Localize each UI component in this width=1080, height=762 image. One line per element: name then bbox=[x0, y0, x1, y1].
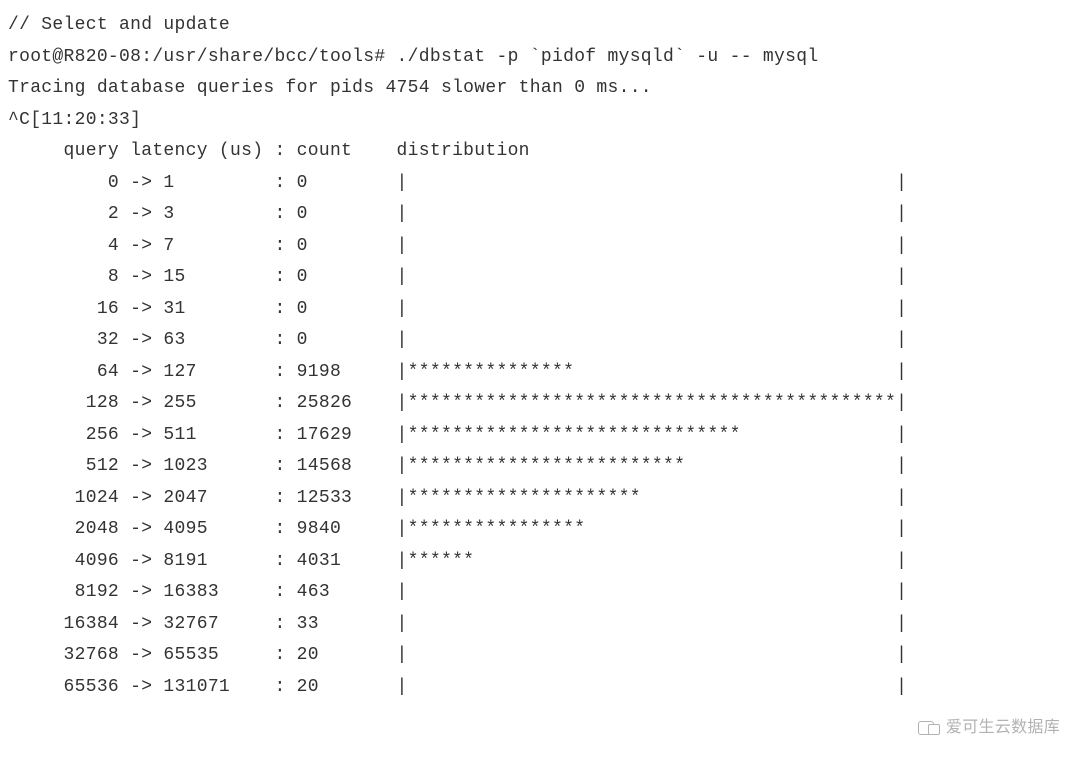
histogram-row: 2048 -> 4095 : 9840 |**************** | bbox=[8, 514, 1072, 546]
histogram-row: 32768 -> 65535 : 20 | | bbox=[8, 640, 1072, 672]
histogram-row: 32 -> 63 : 0 | | bbox=[8, 325, 1072, 357]
histogram-row: 0 -> 1 : 0 | | bbox=[8, 168, 1072, 200]
column-header-line: query latency (us) : count distribution bbox=[8, 136, 1072, 168]
histogram-row: 64 -> 127 : 9198 |*************** | bbox=[8, 357, 1072, 389]
trace-status-line: Tracing database queries for pids 4754 s… bbox=[8, 73, 1072, 105]
shell-prompt-line: root@R820-08:/usr/share/bcc/tools# ./dbs… bbox=[8, 42, 1072, 74]
histogram-row: 2 -> 3 : 0 | | bbox=[8, 199, 1072, 231]
watermark-text: 爱可生云数据库 bbox=[946, 714, 1060, 742]
histogram-row: 4 -> 7 : 0 | | bbox=[8, 231, 1072, 263]
histogram-row: 16384 -> 32767 : 33 | | bbox=[8, 609, 1072, 641]
histogram-row: 1024 -> 2047 : 12533 |******************… bbox=[8, 483, 1072, 515]
histogram-row: 4096 -> 8191 : 4031 |****** | bbox=[8, 546, 1072, 578]
histogram-row: 65536 -> 131071 : 20 | | bbox=[8, 672, 1072, 704]
histogram-row: 128 -> 255 : 25826 |********************… bbox=[8, 388, 1072, 420]
chat-icon bbox=[918, 719, 940, 737]
histogram-row: 16 -> 31 : 0 | | bbox=[8, 294, 1072, 326]
comment-line: // Select and update bbox=[8, 10, 1072, 42]
histogram-row: 256 -> 511 : 17629 |********************… bbox=[8, 420, 1072, 452]
histogram-row: 8192 -> 16383 : 463 | | bbox=[8, 577, 1072, 609]
interrupt-line: ^C[11:20:33] bbox=[8, 105, 1072, 137]
histogram-row: 512 -> 1023 : 14568 |*******************… bbox=[8, 451, 1072, 483]
histogram-output: 0 -> 1 : 0 | | 2 -> 3 : 0 | | 4 -> 7 : 0… bbox=[8, 168, 1072, 704]
histogram-row: 8 -> 15 : 0 | | bbox=[8, 262, 1072, 294]
watermark: 爱可生云数据库 bbox=[918, 714, 1060, 742]
